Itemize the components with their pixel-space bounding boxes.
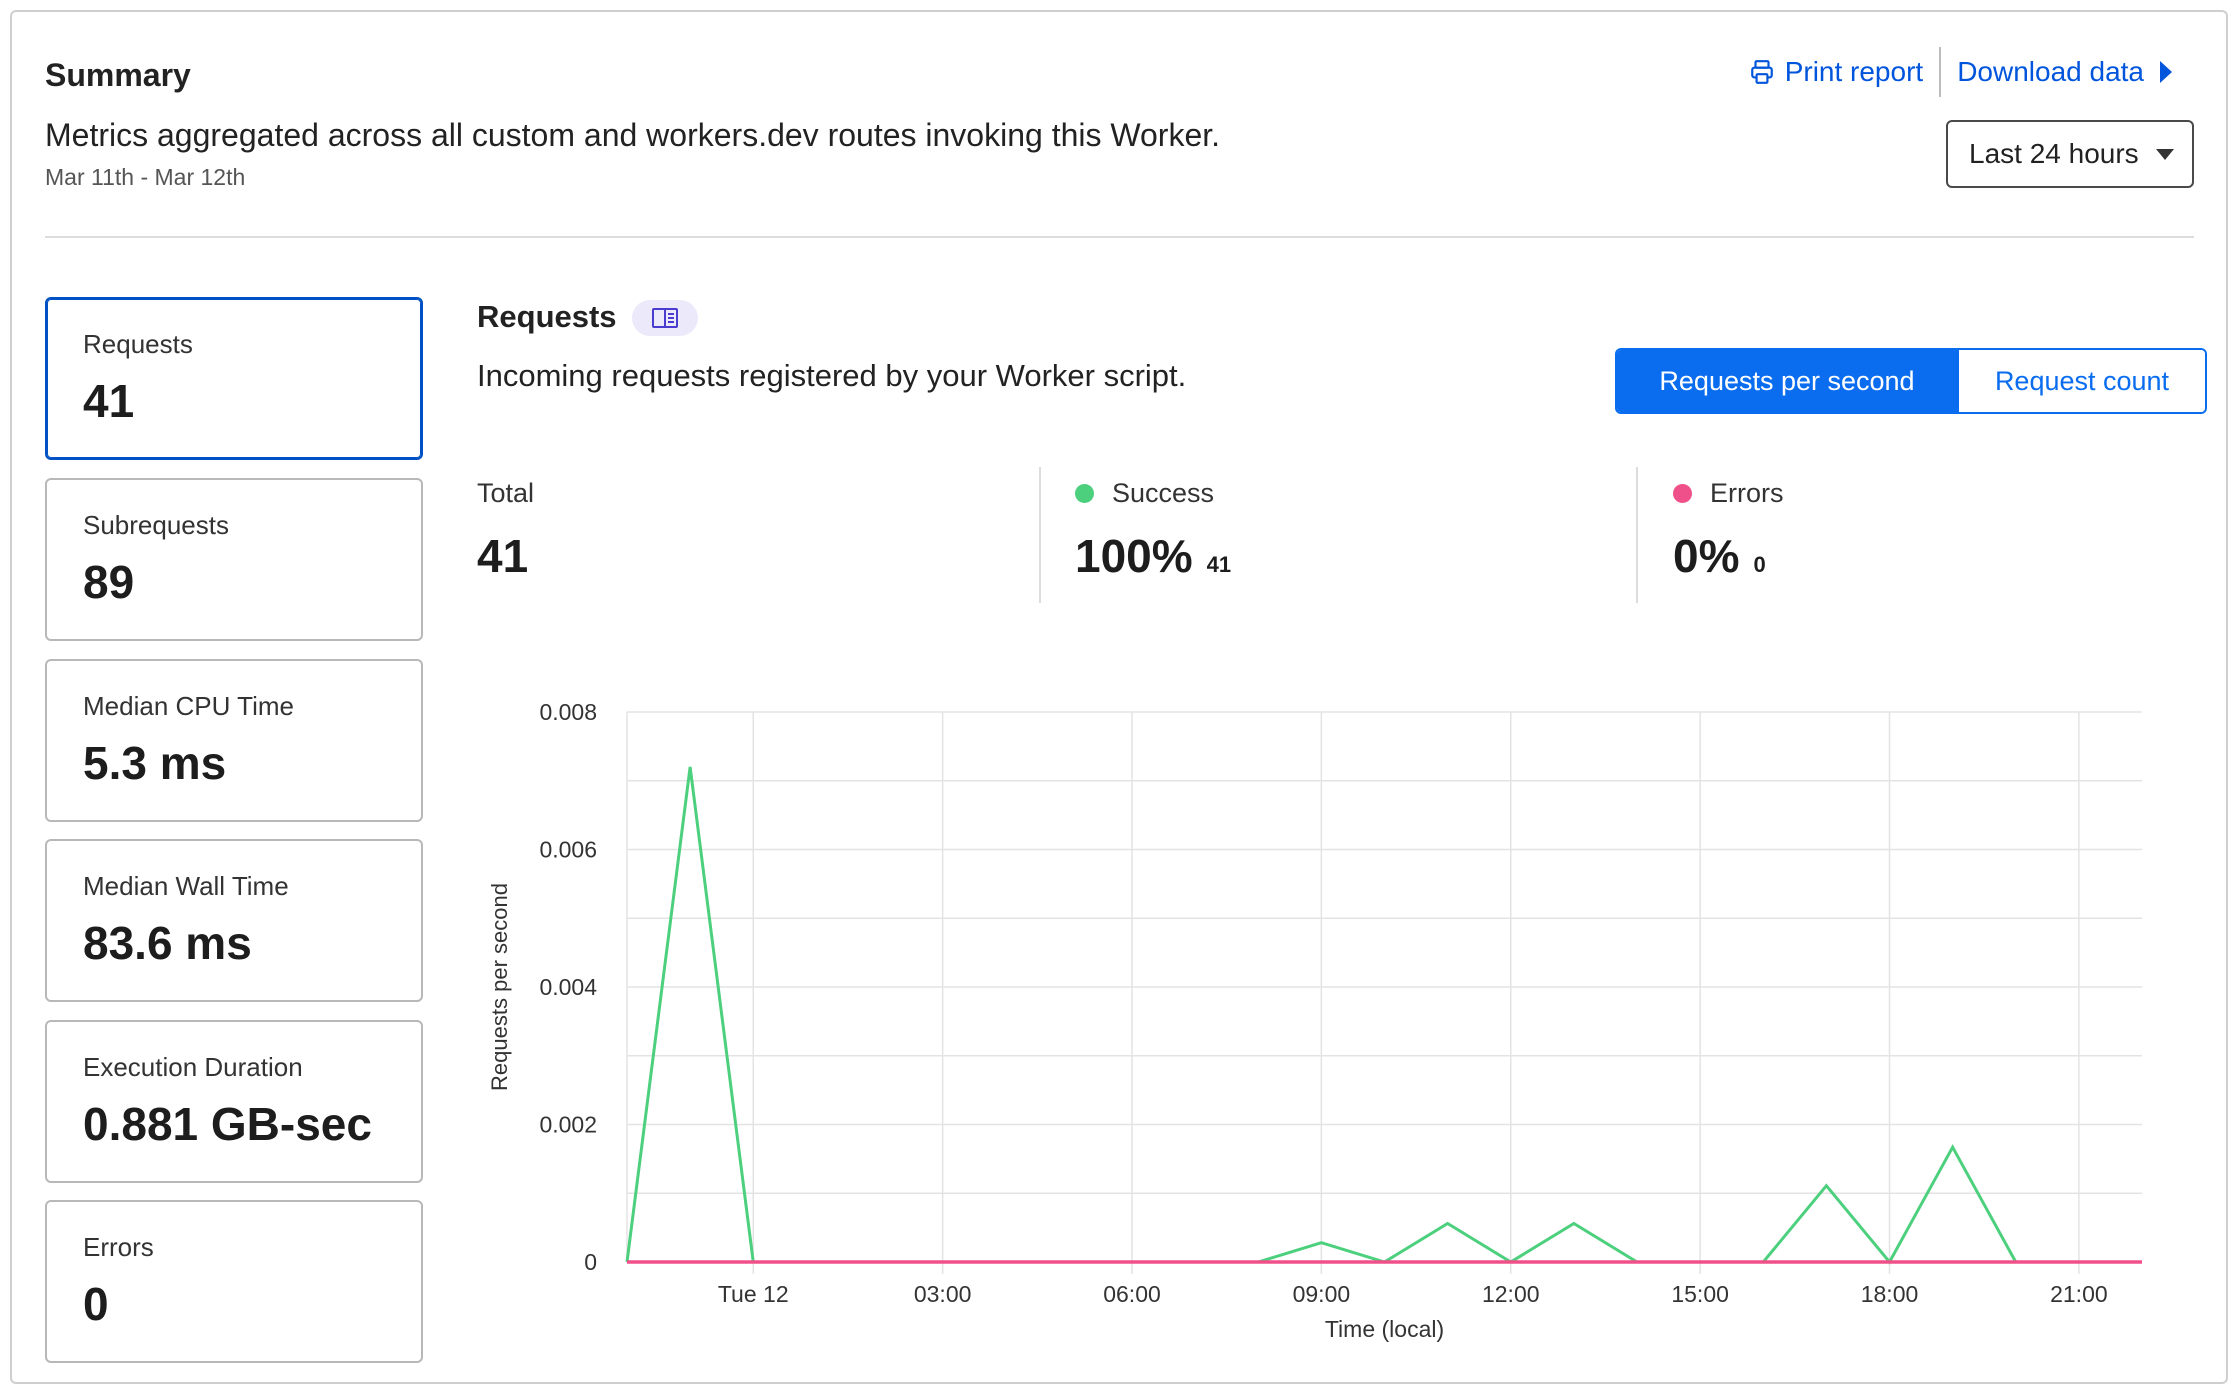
metric-label: Errors: [83, 1232, 154, 1262]
print-report-label: Print report: [1784, 56, 1924, 87]
series-line-success: [625, 766, 2142, 1265]
stat-separator: [1636, 467, 1638, 603]
metric-value: 0.881 GB-sec: [83, 1098, 372, 1150]
metric-card-execution-duration[interactable]: Execution Duration 0.881 GB-sec: [45, 1020, 423, 1183]
metric-label: Median Wall Time: [83, 871, 289, 901]
stat-errors-label: Errors: [1710, 478, 1784, 508]
stat-success-count: 41: [1206, 552, 1232, 577]
requests-per-second-button[interactable]: Requests per second: [1617, 350, 1957, 412]
x-axis-label: Time (local): [1325, 1316, 1444, 1342]
x-tick-label: Tue 12: [718, 1281, 789, 1307]
stat-success-label: Success: [1112, 478, 1215, 508]
metric-card-median-wall-time[interactable]: Median Wall Time 83.6 ms: [45, 839, 423, 1002]
summary-title: Summary: [45, 57, 191, 93]
metric-label: Median CPU Time: [83, 691, 294, 721]
stat-success-value: 100%: [1075, 530, 1193, 582]
stat-errors-heading: Errors: [1673, 478, 1784, 509]
errors-dot-icon: [1673, 484, 1692, 503]
chart-mode-toggle: Requests per second Request count: [1615, 348, 2207, 414]
x-tick-label: 15:00: [1671, 1281, 1729, 1307]
stat-total-value: 41: [477, 530, 529, 582]
x-tick-label: 03:00: [914, 1281, 972, 1307]
metric-card-errors[interactable]: Errors 0: [45, 1200, 423, 1363]
y-tick-label: 0.008: [539, 699, 597, 725]
stat-errors-values: 0% 0: [1673, 529, 1784, 583]
metric-card-subrequests[interactable]: Subrequests 89: [45, 478, 423, 641]
y-tick-label: 0.006: [539, 837, 597, 863]
stat-errors: Errors 0% 0: [1673, 478, 1784, 583]
metric-card-median-cpu-time[interactable]: Median CPU Time 5.3 ms: [45, 659, 423, 822]
summary-description: Metrics aggregated across all custom and…: [45, 117, 1221, 153]
download-data-label: Download data: [1957, 56, 2144, 87]
metric-card-requests[interactable]: Requests 41: [45, 297, 423, 460]
x-tick-label: 09:00: [1293, 1281, 1351, 1307]
actions-separator: [1939, 47, 1942, 97]
y-tick-label: 0.002: [539, 1112, 597, 1138]
docs-link[interactable]: [632, 300, 698, 336]
stat-errors-value: 0%: [1673, 530, 1740, 582]
stat-separator: [1039, 467, 1041, 603]
requests-title: Requests: [477, 299, 617, 334]
summary-date-range: Mar 11th - Mar 12th: [45, 164, 246, 190]
x-tick-label: 21:00: [2050, 1281, 2108, 1307]
stat-success-heading: Success: [1075, 478, 1231, 509]
time-range-select[interactable]: Last 24 hours: [1946, 120, 2194, 188]
stat-total-label: Total: [477, 478, 535, 508]
metric-value: 41: [83, 375, 135, 427]
printer-icon: [1750, 60, 1773, 84]
summary-panel: Summary Metrics aggregated across all cu…: [10, 10, 2228, 1384]
success-dot-icon: [1075, 484, 1094, 503]
chevron-down-icon: [2156, 148, 2174, 160]
y-axis-label: Requests per second: [487, 883, 512, 1091]
download-data-link[interactable]: Download data: [1957, 56, 2184, 88]
stat-success-values: 100% 41: [1075, 529, 1231, 583]
metric-value: 83.6 ms: [83, 917, 252, 969]
x-tick-label: 18:00: [1861, 1281, 1919, 1307]
stat-errors-count: 0: [1753, 552, 1766, 577]
book-icon: [652, 308, 678, 328]
y-tick-label: 0.004: [539, 974, 597, 1000]
stat-success: Success 100% 41: [1075, 478, 1231, 583]
caret-right-icon: [2160, 61, 2172, 83]
metric-label: Requests: [83, 329, 193, 359]
metric-label: Subrequests: [83, 510, 229, 540]
y-tick-label: 0: [584, 1249, 597, 1275]
x-tick-label: 06:00: [1103, 1281, 1161, 1307]
request-count-button[interactable]: Request count: [1957, 350, 2205, 412]
report-actions: Print report Download data: [1749, 45, 2184, 99]
print-report-link[interactable]: Print report: [1749, 56, 1924, 88]
metric-value: 5.3 ms: [83, 737, 227, 789]
requests-chart: 0 0.002 0.004 0.006 0.008 Tue 12 03:00 06:00 09:…: [487, 699, 2142, 1342]
metric-label: Execution Duration: [83, 1052, 303, 1082]
requests-description: Incoming requests registered by your Wor…: [477, 358, 1187, 393]
metric-value: 89: [83, 556, 135, 608]
section-divider: [45, 236, 2194, 238]
time-range-value: Last 24 hours: [1969, 138, 2139, 169]
stat-total: Total 41: [477, 478, 534, 583]
x-tick-label: 12:00: [1482, 1281, 1540, 1307]
metric-value: 0: [83, 1278, 109, 1330]
